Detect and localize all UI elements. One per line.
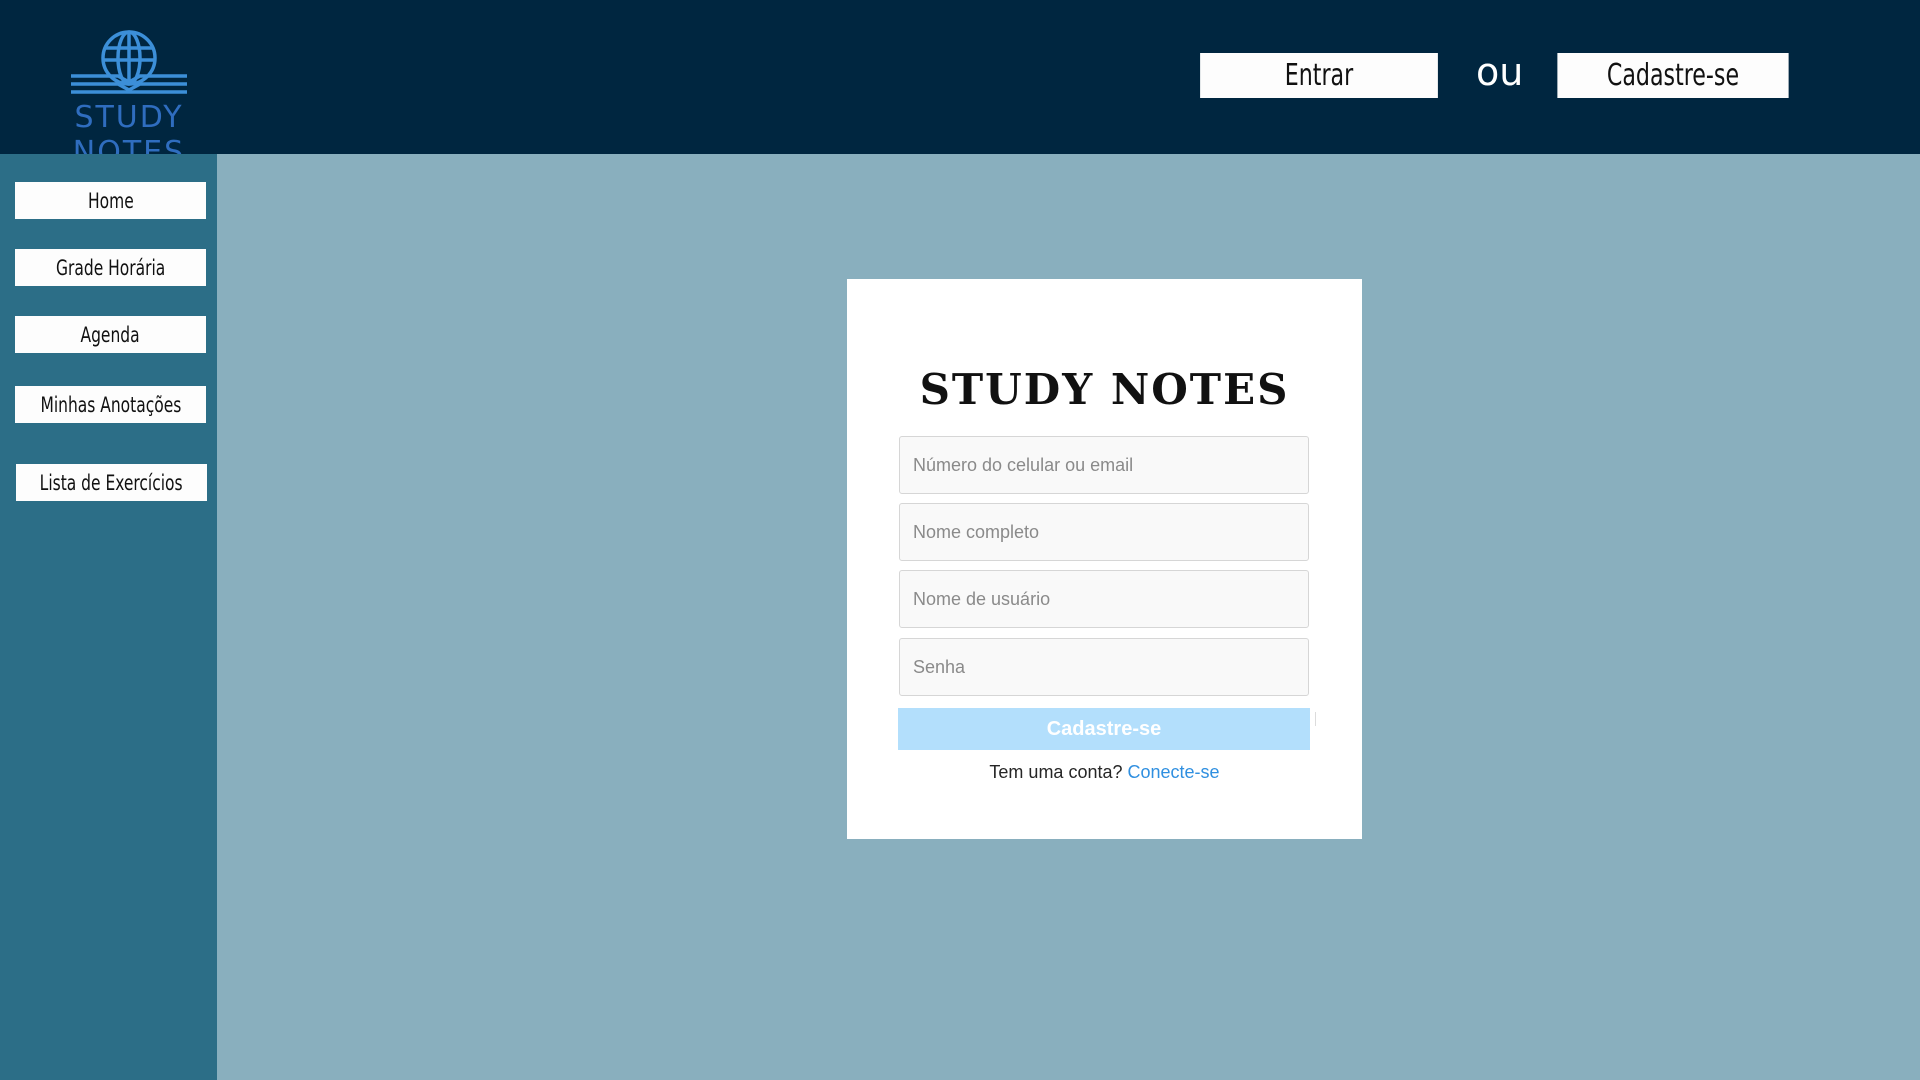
signup-submit-button[interactable]: Cadastre-se	[898, 708, 1310, 750]
card-brand-title: STUDY NOTES	[919, 365, 1290, 414]
sidebar-item-home[interactable]: Home	[15, 182, 206, 219]
sidebar-item-agenda[interactable]: Agenda	[15, 316, 206, 353]
sidebar-item-lista-exercicios[interactable]: Lista de Exercícios	[16, 464, 207, 501]
sidebar-item-label: Grade Horária	[55, 255, 166, 280]
username-field[interactable]	[899, 570, 1309, 628]
sidebar-item-label: Agenda	[80, 322, 141, 347]
full-name-field[interactable]	[899, 503, 1309, 561]
login-button[interactable]: Entrar	[1200, 53, 1438, 98]
login-prompt: Tem uma conta? Conecte-se	[847, 762, 1362, 783]
top-header: STUDY NOTES Entrar ou Cadastre-se	[0, 0, 1920, 170]
login-link[interactable]: Conecte-se	[1128, 762, 1220, 782]
sidebar-item-label: Lista de Exercícios	[40, 470, 183, 495]
study-notes-logo[interactable]: STUDY NOTES	[14, 28, 244, 170]
sidebar-item-minhas-anotacoes[interactable]: Minhas Anotações	[15, 386, 206, 423]
sidebar: Home Grade Horária Agenda Minhas Anotaçõ…	[0, 154, 217, 1080]
sidebar-item-grade-horaria[interactable]: Grade Horária	[15, 249, 206, 286]
have-account-text: Tem uma conta?	[989, 762, 1123, 782]
signup-header-button[interactable]: Cadastre-se	[1557, 53, 1789, 98]
signup-card: STUDY NOTES Cadastre-se Tem uma conta? C…	[847, 279, 1362, 839]
password-field[interactable]	[899, 638, 1309, 696]
divider	[1315, 712, 1316, 726]
phone-email-field[interactable]	[899, 436, 1309, 494]
or-separator: ou	[1476, 50, 1524, 94]
sidebar-item-label: Minhas Anotações	[40, 392, 181, 417]
sidebar-item-label: Home	[87, 188, 134, 213]
globe-book-icon	[71, 30, 187, 94]
